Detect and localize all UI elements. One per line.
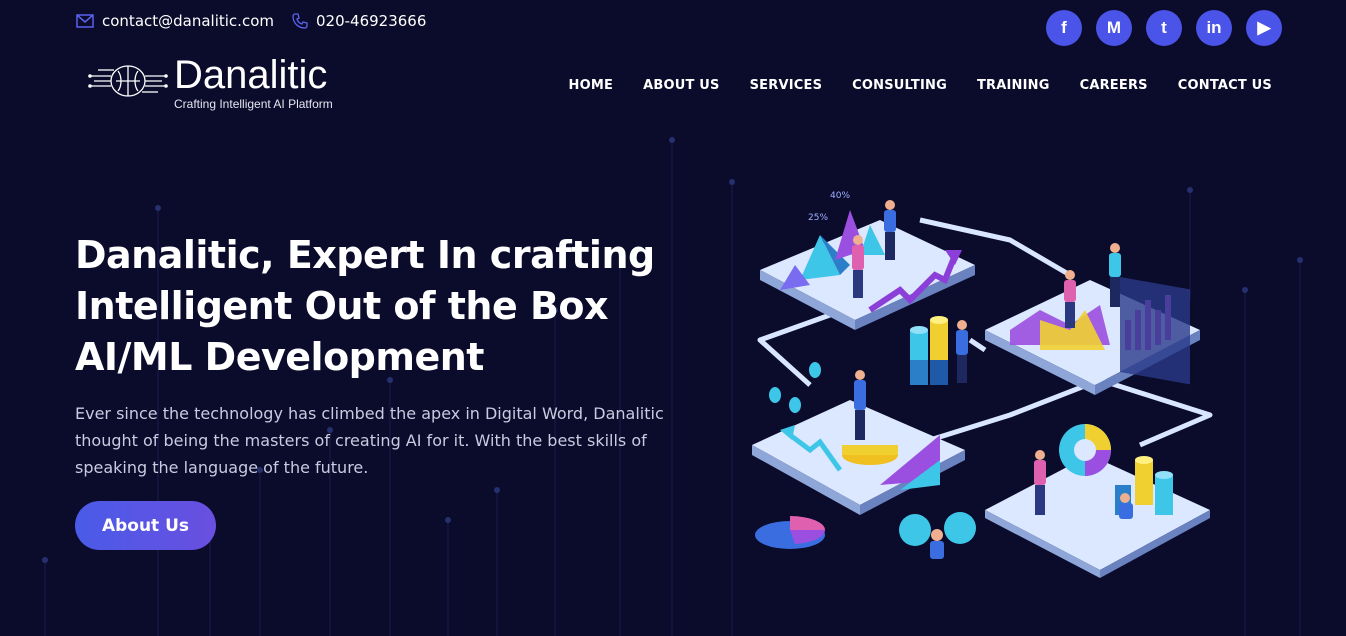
cylinder-stack: [910, 316, 948, 385]
hero-description: Ever since the technology has climbed th…: [75, 404, 664, 477]
medium-icon[interactable]: M: [1096, 10, 1132, 46]
person-figure-3: [1064, 270, 1076, 328]
main-nav: HOME ABOUT US SERVICES CONSULTING TRAINI…: [569, 78, 1272, 93]
nav-consulting[interactable]: CONSULTING: [852, 78, 947, 93]
percent-label-25: 25%: [808, 213, 828, 223]
about-us-button[interactable]: About Us: [75, 501, 216, 550]
logo-brand: Danalitic: [174, 53, 328, 97]
contact-phone-text: 020-46923666: [315, 12, 427, 30]
contact-email-text: contact@danalitic.com: [102, 12, 274, 30]
nav-home[interactable]: HOME: [569, 78, 614, 93]
site-logo[interactable]: Danalitic Crafting Intelligent AI Platfo…: [88, 55, 333, 111]
person-figure-4: [1109, 243, 1121, 307]
person-figure-2: [884, 200, 896, 260]
person-figure-6: [854, 370, 866, 440]
contact-email[interactable]: contact@danalitic.com: [76, 12, 274, 30]
twitter-icon[interactable]: t: [1146, 10, 1182, 46]
percent-label-40: 40%: [830, 191, 850, 201]
nav-about-us[interactable]: ABOUT US: [643, 78, 720, 93]
logo-tagline: Crafting Intelligent AI Platform: [174, 97, 333, 111]
contact-phone[interactable]: 020-46923666: [292, 12, 426, 30]
youtube-icon[interactable]: ▶: [1246, 10, 1282, 46]
nav-contact-us[interactable]: CONTACT US: [1178, 78, 1272, 93]
hero-title: Danalitic, Expert In crafting Intelligen…: [75, 233, 655, 379]
mail-icon: [76, 14, 94, 28]
isometric-analytics-illustration: 25% 40%: [752, 191, 1213, 578]
phone-icon: [292, 13, 308, 29]
nav-training[interactable]: TRAINING: [977, 78, 1050, 93]
person-figure-7: [1034, 450, 1046, 515]
coins-figure: [899, 512, 976, 559]
logo-text: Danalitic Crafting Intelligent AI Platfo…: [174, 55, 333, 111]
platform-bottom-right: [985, 455, 1210, 578]
nav-careers[interactable]: CAREERS: [1080, 78, 1148, 93]
linkedin-icon[interactable]: in: [1196, 10, 1232, 46]
person-figure-5: [956, 320, 968, 383]
brain-circuit-icon: [88, 56, 168, 110]
social-links: f M t in ▶: [1046, 10, 1282, 46]
contact-bar: contact@danalitic.com 020-46923666: [76, 12, 426, 30]
facebook-icon[interactable]: f: [1046, 10, 1082, 46]
nav-services[interactable]: SERVICES: [750, 78, 823, 93]
